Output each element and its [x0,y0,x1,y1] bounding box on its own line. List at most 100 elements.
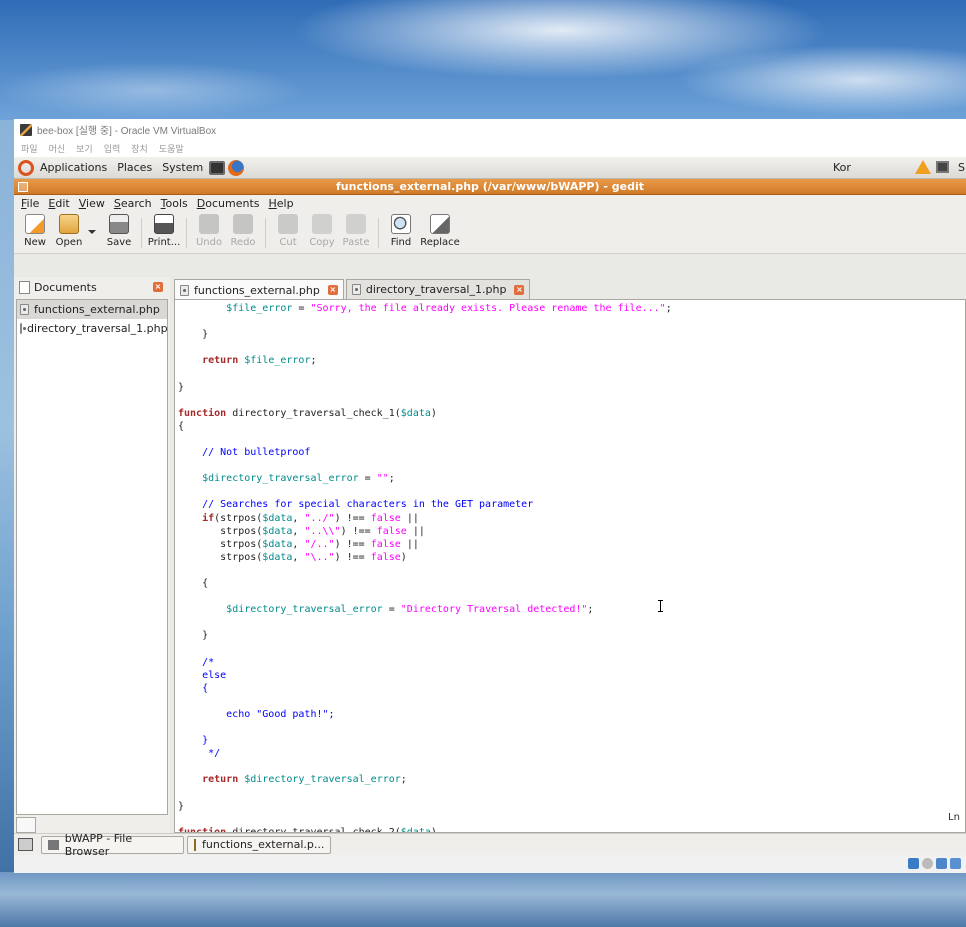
code-line[interactable]: { [178,577,672,590]
code-line[interactable]: $file_error = "Sorry, the file already e… [178,302,672,315]
code-line[interactable] [178,786,672,799]
vbox-menu-input[interactable]: 입력 [104,142,121,155]
tab-functions-external[interactable]: functions_external.php × [174,279,344,300]
vbox-menu-machine[interactable]: 머신 [49,142,66,155]
code-line[interactable]: if(strpos($data, "../") !== false || [178,512,672,525]
code-text[interactable]: $file_error = "Sorry, the file already e… [178,302,672,832]
menu-tools[interactable]: Tools [161,197,188,210]
tab-directory-traversal[interactable]: directory_traversal_1.php × [345,279,531,299]
taskbar-item-file-browser[interactable]: bWAPP - File Browser [41,832,184,858]
code-line[interactable]: } [178,800,672,813]
code-line[interactable] [178,315,672,328]
code-line[interactable]: function directory_traversal_check_1($da… [178,407,672,420]
code-line[interactable]: { [178,420,672,433]
code-line[interactable] [178,721,672,734]
usb-status-icon[interactable] [950,858,961,869]
code-line[interactable] [178,590,672,603]
code-line[interactable] [178,433,672,446]
network-icon[interactable] [936,161,949,173]
close-tab-icon[interactable]: × [327,285,338,295]
new-button[interactable]: New [18,214,52,248]
code-line[interactable]: } [178,629,672,642]
code-line[interactable]: strpos($data, "..\\") !== false || [178,525,672,538]
code-line[interactable]: strpos($data, "/..") !== false || [178,538,672,551]
panel-places-menu[interactable]: Places [117,161,152,174]
side-panel-selector-icon[interactable] [16,817,36,833]
code-line[interactable]: else [178,669,672,682]
code-line[interactable]: } [178,734,672,747]
find-label: Find [390,237,412,248]
save-button[interactable]: Save [102,214,136,248]
menu-documents[interactable]: Documents [197,197,260,210]
cd-status-icon[interactable] [922,858,933,869]
hdd-status-icon[interactable] [908,858,919,869]
copy-button[interactable]: Copy [305,214,339,248]
code-line[interactable] [178,367,672,380]
code-line[interactable] [178,485,672,498]
code-line[interactable]: return $file_error; [178,354,672,367]
open-button[interactable]: Open [52,214,86,248]
warning-icon[interactable] [915,160,931,174]
open-recent-dropdown-icon[interactable] [88,230,96,234]
close-side-panel-icon[interactable]: × [153,282,163,292]
vbox-menu-help[interactable]: 도움말 [159,142,184,155]
code-line[interactable] [178,616,672,629]
document-name: functions_external.php [34,303,160,316]
print-button[interactable]: Print... [147,214,181,248]
network-status-icon[interactable] [936,858,947,869]
code-line[interactable] [178,760,672,773]
vbox-menu-devices[interactable]: 장치 [131,142,148,155]
find-button[interactable]: Find [384,214,418,248]
code-line[interactable]: // Searches for special characters in th… [178,498,672,511]
cut-button[interactable]: Cut [271,214,305,248]
code-line[interactable]: echo "Good path!"; [178,708,672,721]
code-line[interactable] [178,695,672,708]
code-line[interactable] [178,341,672,354]
ubuntu-logo-icon[interactable] [18,159,34,176]
window-menu-icon[interactable] [18,182,28,192]
redo-button[interactable]: Redo [226,214,260,248]
panel-right-label[interactable]: S [958,161,965,174]
code-editor[interactable]: $file_error = "Sorry, the file already e… [174,299,966,833]
code-line[interactable] [178,459,672,472]
code-line[interactable] [178,394,672,407]
panel-system-menu[interactable]: System [162,161,203,174]
menu-edit[interactable]: Edit [48,197,69,210]
code-line[interactable]: } [178,328,672,341]
menu-help[interactable]: Help [269,197,294,210]
code-line[interactable]: { [178,682,672,695]
menu-search[interactable]: Search [114,197,152,210]
code-line[interactable]: strpos($data, "\..") !== false) [178,551,672,564]
documents-list-item[interactable]: functions_external.php [17,300,167,319]
firefox-launcher-icon[interactable] [228,159,245,176]
code-line[interactable]: } [178,381,672,394]
paste-button[interactable]: Paste [339,214,373,248]
code-line[interactable]: /* [178,656,672,669]
vbox-menu-file[interactable]: 파일 [21,142,38,155]
replace-icon [430,214,450,234]
code-line[interactable]: return $directory_traversal_error; [178,773,672,786]
undo-label: Undo [195,237,223,248]
menu-view[interactable]: View [79,197,105,210]
menu-file[interactable]: File [21,197,39,210]
documents-list-item[interactable]: directory_traversal_1.php [17,319,168,338]
replace-button[interactable]: Replace [418,214,462,248]
code-line[interactable] [178,813,672,826]
undo-button[interactable]: Undo [192,214,226,248]
keyboard-layout-indicator[interactable]: Kor [833,161,851,174]
taskbar-item-gedit[interactable]: functions_external.p... [187,835,331,854]
new-document-icon [25,214,45,234]
code-line[interactable] [178,564,672,577]
vbox-menu-view[interactable]: 보기 [76,142,93,155]
code-line[interactable]: */ [178,747,672,760]
code-line[interactable] [178,642,672,655]
tab-label: directory_traversal_1.php [365,283,507,296]
show-desktop-icon[interactable] [18,838,33,851]
code-line[interactable]: // Not bulletproof [178,446,672,459]
terminal-launcher-icon[interactable] [209,160,226,175]
panel-applications-menu[interactable]: Applications [40,161,107,174]
code-line[interactable]: function directory_traversal_check_2($da… [178,826,672,832]
code-line[interactable]: $directory_traversal_error = "Directory … [178,603,672,616]
close-tab-icon[interactable]: × [514,284,525,295]
code-line[interactable]: $directory_traversal_error = ""; [178,472,672,485]
